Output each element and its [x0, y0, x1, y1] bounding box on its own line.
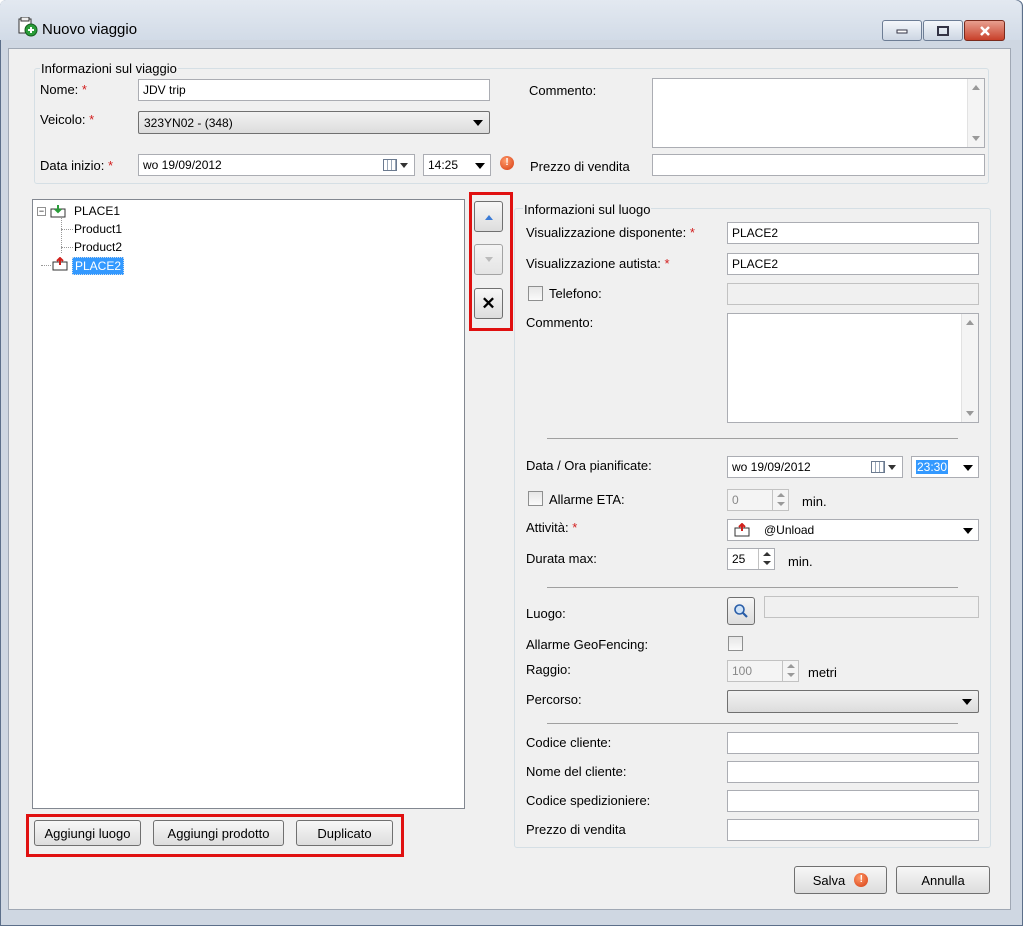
- maximize-button[interactable]: [923, 20, 963, 41]
- radius-label: Raggio:: [526, 662, 571, 677]
- chevron-down-icon: [963, 465, 973, 471]
- place-label: Luogo:: [526, 606, 566, 621]
- unload-place-icon: [52, 256, 69, 271]
- delete-icon: ✕: [481, 293, 496, 313]
- client-code-field[interactable]: [727, 732, 979, 754]
- trip-info-group-label: Informazioni sul viaggio: [40, 61, 178, 76]
- client-name-field[interactable]: [727, 761, 979, 783]
- minimize-button[interactable]: [882, 20, 922, 41]
- window-title: Nuovo viaggio: [42, 21, 138, 38]
- chevron-down-icon: [400, 163, 408, 168]
- delete-button[interactable]: ✕: [474, 288, 503, 319]
- search-place-button[interactable]: [727, 597, 755, 625]
- add-product-button[interactable]: Aggiungi prodotto: [153, 820, 284, 846]
- client-name-label: Nome del cliente:: [526, 764, 627, 779]
- phone-checkbox[interactable]: [528, 286, 543, 301]
- save-button[interactable]: Salva !: [794, 866, 887, 894]
- trip-comment-label: Commento:: [529, 83, 597, 98]
- eta-alarm-checkbox[interactable]: [528, 491, 543, 506]
- load-place-icon: [50, 204, 67, 218]
- forwarder-code-label: Codice spedizioniere:: [526, 793, 651, 808]
- name-label: Nome: *: [40, 82, 87, 97]
- start-time-field[interactable]: 14:25: [423, 154, 491, 176]
- route-select[interactable]: [727, 690, 979, 713]
- vehicle-label: Veicolo: *: [40, 112, 95, 127]
- activity-select[interactable]: @Unload: [727, 519, 979, 541]
- cancel-button[interactable]: Annulla: [896, 866, 990, 894]
- close-icon: [979, 25, 990, 36]
- geofencing-alarm-label: Allarme GeoFencing:: [526, 637, 649, 652]
- driver-display-field[interactable]: PLACE2: [727, 253, 979, 275]
- search-icon: [734, 604, 748, 618]
- dispatcher-display-field[interactable]: PLACE2: [727, 222, 979, 244]
- move-up-button[interactable]: [474, 201, 503, 232]
- tree-item-place1[interactable]: PLACE1: [74, 204, 120, 218]
- itinerary-tree[interactable]: − PLACE1 Product1 Product2 PLACE2: [32, 199, 465, 809]
- client-code-label: Codice cliente:: [526, 735, 612, 750]
- place-price-label: Prezzo di vendita: [526, 822, 626, 837]
- place-comment-field[interactable]: [727, 313, 979, 423]
- title-bar[interactable]: Nuovo viaggio: [0, 0, 1021, 41]
- chevron-down-icon: [888, 465, 896, 470]
- tree-item-place2[interactable]: PLACE2: [72, 257, 125, 275]
- max-duration-label: Durata max:: [526, 551, 597, 566]
- planned-datetime-label: Data / Ora pianificate:: [526, 458, 652, 473]
- radius-stepper[interactable]: 100: [727, 660, 799, 682]
- tree-item-product2[interactable]: Product2: [74, 240, 122, 254]
- eta-alarm-stepper[interactable]: 0: [727, 489, 789, 511]
- separator: [547, 587, 958, 588]
- radius-unit-label: metri: [808, 665, 837, 680]
- trip-price-field[interactable]: [652, 154, 985, 176]
- calendar-icon[interactable]: [871, 461, 885, 473]
- separator: [547, 723, 958, 724]
- arrow-down-icon: [484, 256, 493, 262]
- max-duration-stepper[interactable]: 25: [727, 548, 775, 570]
- phone-label: Telefono:: [549, 286, 602, 301]
- forwarder-code-field[interactable]: [727, 790, 979, 812]
- eta-alarm-label: Allarme ETA:: [549, 492, 625, 507]
- unload-place-icon: [734, 523, 750, 537]
- place-info-group-label: Informazioni sul luogo: [523, 202, 652, 217]
- eta-unit-label: min.: [802, 494, 827, 509]
- warning-icon: !: [854, 873, 869, 887]
- planned-time-field[interactable]: 23:30: [911, 456, 979, 478]
- driver-display-label: Visualizzazione autista: *: [526, 256, 670, 271]
- calendar-icon[interactable]: [383, 159, 397, 171]
- place-price-field[interactable]: [727, 819, 979, 841]
- geofencing-alarm-checkbox[interactable]: [728, 636, 743, 651]
- collapse-toggle[interactable]: −: [37, 207, 46, 216]
- close-button[interactable]: [964, 20, 1005, 41]
- start-date-picker[interactable]: wo 19/09/2012: [138, 154, 415, 176]
- trip-comment-field[interactable]: [652, 78, 985, 148]
- route-label: Percorso:: [526, 692, 582, 707]
- name-field[interactable]: JDV trip: [138, 79, 490, 101]
- chevron-down-icon: [475, 163, 485, 169]
- vehicle-select[interactable]: 323YN02 - (348): [138, 111, 490, 134]
- scrollbar[interactable]: [967, 79, 984, 147]
- tree-line: [61, 229, 73, 230]
- separator: [547, 438, 958, 439]
- move-down-button[interactable]: [474, 244, 503, 275]
- app-icon: [18, 16, 38, 37]
- scrollbar[interactable]: [961, 314, 978, 422]
- activity-label: Attività: *: [526, 520, 578, 535]
- place-field[interactable]: [764, 596, 979, 618]
- add-place-button[interactable]: Aggiungi luogo: [34, 820, 141, 846]
- tree-item-product1[interactable]: Product1: [74, 222, 122, 236]
- chevron-down-icon: [963, 528, 973, 534]
- arrow-up-icon: [484, 214, 493, 220]
- tree-line: [41, 265, 51, 266]
- dispatcher-display-label: Visualizzazione disponente: *: [526, 225, 695, 240]
- warning-icon: !: [500, 156, 514, 170]
- phone-field[interactable]: [727, 283, 979, 305]
- duplicate-button[interactable]: Duplicato: [296, 820, 393, 846]
- place-comment-label: Commento:: [526, 315, 594, 330]
- planned-date-picker[interactable]: wo 19/09/2012: [727, 456, 903, 478]
- trip-price-label: Prezzo di vendita: [530, 159, 630, 174]
- tree-line: [61, 247, 73, 248]
- save-label: Salva: [812, 872, 846, 888]
- duration-unit-label: min.: [788, 554, 813, 569]
- start-date-label: Data inizio: *: [40, 158, 113, 173]
